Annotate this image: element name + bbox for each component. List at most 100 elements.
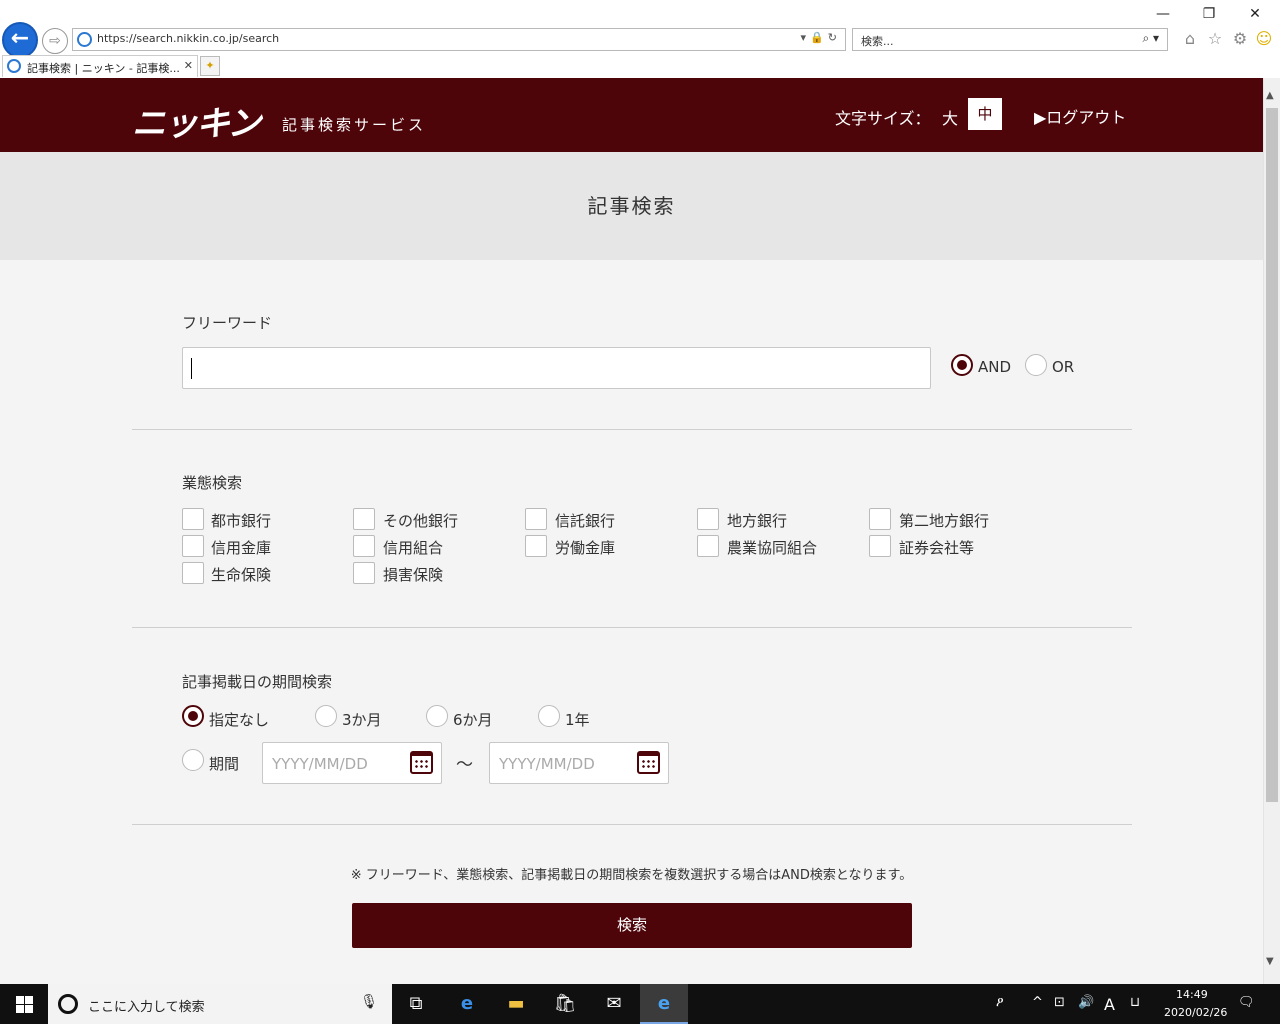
calendar-icon[interactable] (410, 751, 433, 774)
date-to-input[interactable]: YYYY/MM/DD (489, 742, 669, 784)
ime-pad-icon[interactable]: ⊔ (1130, 995, 1140, 1010)
period-option-label[interactable]: 6か月 (453, 709, 493, 730)
tab-close-icon[interactable]: ✕ (184, 59, 193, 72)
mail-icon[interactable]: ✉ (602, 992, 626, 1016)
checkbox-other-bank[interactable] (353, 508, 375, 530)
freeword-input[interactable] (182, 347, 931, 389)
period-1y-radio[interactable] (538, 705, 560, 727)
browser-search-placeholder: 検索... (861, 35, 894, 48)
microphone-icon[interactable]: 🎙 (360, 994, 378, 1010)
checkbox-trust-bank[interactable] (525, 508, 547, 530)
freeword-label: フリーワード (182, 314, 273, 332)
close-window-button[interactable]: ✕ (1240, 4, 1270, 24)
clock-time[interactable]: 14:49 (1176, 988, 1208, 1001)
new-tab-button[interactable]: ✦ (200, 56, 220, 76)
restore-button[interactable]: ❐ (1194, 4, 1224, 24)
page: ニッキン 記事検索サービス 文字サイズ： 大 中 ▶ログアウト 記事検索 フリー… (0, 78, 1263, 984)
refresh-icon[interactable]: ↻ (828, 31, 841, 44)
page-title: 記事検索 (587, 194, 676, 218)
address-url[interactable]: https://search.nikkin.co.jp/search (97, 32, 279, 45)
minimize-button[interactable]: — (1148, 4, 1178, 24)
checkbox-labour-bank[interactable] (525, 535, 547, 557)
period-range-label[interactable]: 期間 (209, 753, 239, 774)
period-3m-radio[interactable] (315, 705, 337, 727)
checkbox-label[interactable]: 証券会社等 (899, 537, 974, 558)
checkbox-nonlife-insurance[interactable] (353, 562, 375, 584)
checkbox-second-regional-bank[interactable] (869, 508, 891, 530)
site-logo[interactable]: ニッキン (132, 96, 261, 145)
checkbox-regional-bank[interactable] (697, 508, 719, 530)
browser-search-box[interactable]: 検索... ⌕ ▾ (852, 28, 1168, 51)
date-from-input[interactable]: YYYY/MM/DD (262, 742, 442, 784)
logout-link[interactable]: ▶ログアウト (1034, 104, 1126, 128)
checkbox-life-insurance[interactable] (182, 562, 204, 584)
taskbar-search-placeholder: ここに入力して検索 (88, 1000, 205, 1015)
checkbox-credit-union[interactable] (353, 535, 375, 557)
checkbox-securities[interactable] (869, 535, 891, 557)
divider (132, 429, 1132, 430)
search-icon[interactable]: ⌕ ▾ (1142, 31, 1159, 46)
arrow-right-icon: ⇨ (49, 33, 61, 49)
checkbox-city-bank[interactable] (182, 508, 204, 530)
scroll-thumb[interactable] (1266, 108, 1278, 802)
period-option-label[interactable]: 3か月 (342, 709, 382, 730)
vertical-scrollbar[interactable]: ▲ ▼ (1263, 78, 1280, 984)
font-size-large-button[interactable]: 大 (942, 105, 958, 129)
date-from-placeholder: YYYY/MM/DD (272, 755, 368, 773)
font-size-medium-button[interactable]: 中 (968, 98, 1002, 130)
checkbox-label[interactable]: 生命保険 (211, 564, 271, 585)
period-6m-radio[interactable] (426, 705, 448, 727)
browser-tab[interactable]: 記事検索 | ニッキン - 記事検... ✕ (2, 55, 198, 77)
checkbox-label[interactable]: 農業協同組合 (727, 537, 817, 558)
or-radio[interactable] (1025, 354, 1047, 376)
file-explorer-icon[interactable]: ▬ (504, 992, 528, 1016)
checkbox-label[interactable]: 損害保険 (383, 564, 443, 585)
checkbox-shinkin[interactable] (182, 535, 204, 557)
volume-icon[interactable]: 🔊 (1078, 995, 1094, 1010)
home-icon[interactable]: ⌂ (1180, 28, 1200, 50)
taskbar-search-box[interactable]: ここに入力して検索 🎙 (48, 984, 392, 1024)
address-bar[interactable]: https://search.nikkin.co.jp/search ▾🔒↻ (72, 28, 846, 51)
network-icon[interactable]: ⊡ (1054, 995, 1065, 1010)
or-radio-label[interactable]: OR (1052, 358, 1074, 376)
back-button[interactable]: ← (2, 22, 38, 58)
checkbox-label[interactable]: 第二地方銀行 (899, 510, 989, 531)
show-hidden-icons[interactable]: ^ (1032, 995, 1043, 1010)
internet-explorer-icon: e (657, 993, 671, 1014)
edge-icon[interactable]: e (455, 992, 479, 1016)
scroll-up-icon[interactable]: ▲ (1266, 90, 1274, 101)
dropdown-icon[interactable]: ▾ (801, 31, 811, 44)
address-tools[interactable]: ▾🔒↻ (801, 31, 841, 44)
clock-date[interactable]: 2020/02/26 (1164, 1006, 1227, 1019)
font-size-label: 文字サイズ： (835, 109, 931, 128)
checkbox-label[interactable]: 労働金庫 (555, 537, 615, 558)
notification-icon[interactable]: 🗨 (1238, 995, 1255, 1010)
period-range-radio[interactable] (182, 749, 204, 771)
scroll-down-icon[interactable]: ▼ (1266, 956, 1274, 967)
ie-taskbar-button[interactable]: e (640, 984, 688, 1024)
start-button[interactable] (0, 984, 48, 1024)
period-option-label[interactable]: 1年 (565, 709, 590, 730)
checkbox-label[interactable]: 信用金庫 (211, 537, 271, 558)
checkbox-label[interactable]: 信用組合 (383, 537, 443, 558)
store-icon[interactable]: 🛍 (553, 992, 577, 1016)
checkbox-label[interactable]: 地方銀行 (727, 510, 787, 531)
people-icon[interactable]: ዖ (996, 995, 1004, 1010)
checkbox-label[interactable]: 都市銀行 (211, 510, 271, 531)
calendar-icon[interactable] (637, 751, 660, 774)
period-option-label[interactable]: 指定なし (209, 709, 269, 730)
ime-indicator[interactable]: A (1104, 995, 1115, 1014)
checkbox-agri-coop[interactable] (697, 535, 719, 557)
lock-icon[interactable]: 🔒 (810, 31, 828, 44)
period-none-radio[interactable] (182, 705, 204, 727)
search-button[interactable]: 検索 (352, 903, 912, 948)
task-view-icon[interactable]: ⧉ (404, 992, 428, 1016)
and-radio-label[interactable]: AND (978, 358, 1011, 376)
smiley-feedback-icon[interactable]: ☺ (1254, 28, 1274, 50)
settings-gear-icon[interactable]: ⚙ (1230, 28, 1250, 50)
forward-button[interactable]: ⇨ (42, 28, 68, 54)
checkbox-label[interactable]: その他銀行 (383, 510, 458, 531)
and-radio[interactable] (951, 354, 973, 376)
favorites-star-icon[interactable]: ☆ (1205, 28, 1225, 50)
checkbox-label[interactable]: 信託銀行 (555, 510, 615, 531)
